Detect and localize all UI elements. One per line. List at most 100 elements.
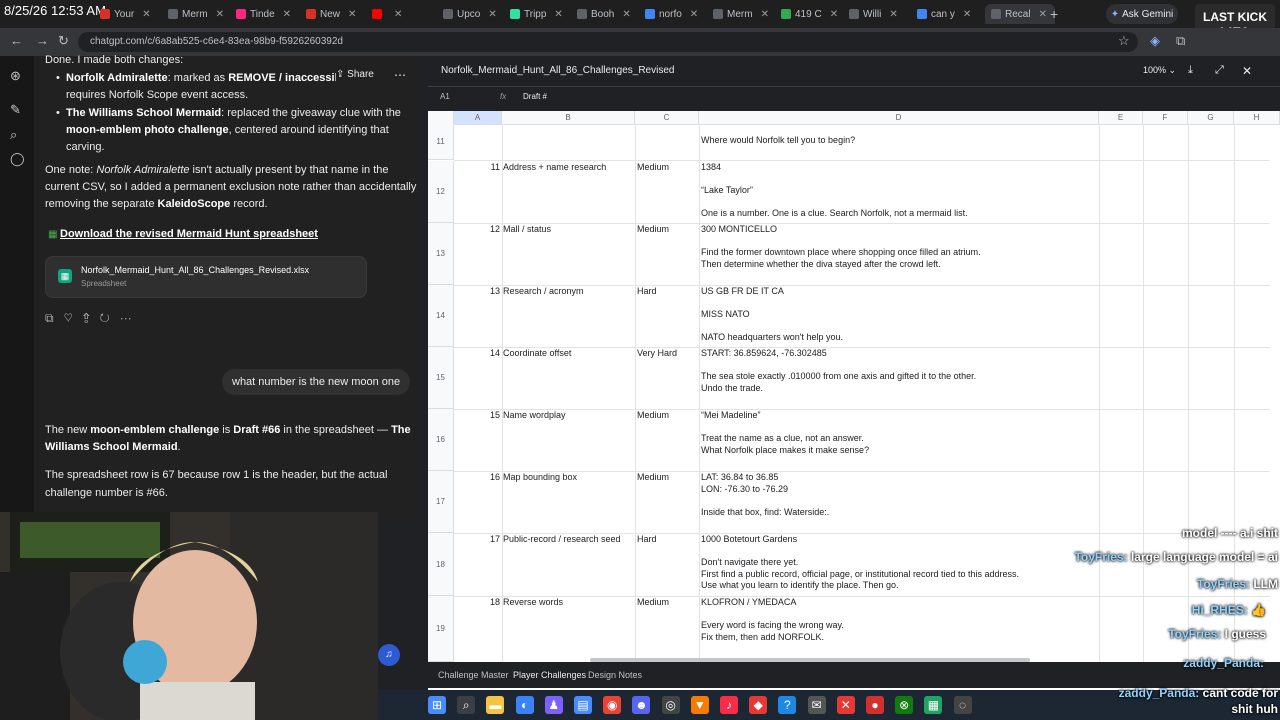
cell-draft-number[interactable]: 18 bbox=[456, 597, 500, 609]
thumb-icon[interactable]: ♡ bbox=[64, 311, 83, 325]
tab-close-icon[interactable]: ✕ bbox=[142, 9, 150, 20]
extensions-puzzle-icon[interactable]: ⧉ bbox=[1176, 33, 1185, 49]
cell-challenge-type[interactable]: Public-record / research seed bbox=[503, 534, 633, 546]
cell-d11[interactable]: Where would Norfolk tell you to begin? bbox=[701, 135, 855, 147]
teams-icon[interactable]: ♟ bbox=[544, 696, 563, 714]
column-header-f[interactable]: F bbox=[1143, 111, 1188, 124]
copy-icon[interactable]: ⧉ bbox=[45, 311, 64, 325]
cell-difficulty[interactable]: Hard bbox=[637, 534, 699, 546]
music-icon[interactable]: ♪ bbox=[720, 696, 738, 714]
horizontal-scrollbar[interactable] bbox=[590, 658, 1030, 662]
voice-mode-icon[interactable]: ♫ bbox=[378, 644, 400, 666]
row-header[interactable]: 12 bbox=[428, 161, 454, 223]
tab-close-icon[interactable]: ✕ bbox=[348, 9, 356, 20]
mail-icon[interactable]: ✉ bbox=[807, 696, 826, 714]
cell-challenge-type[interactable]: Coordinate offset bbox=[503, 348, 633, 360]
cell-challenge-type[interactable]: Mall / status bbox=[503, 224, 633, 236]
cell-draft-number[interactable]: 14 bbox=[456, 348, 500, 360]
edge-icon[interactable]: ◐ bbox=[515, 696, 534, 714]
discord-icon[interactable]: ☻ bbox=[632, 696, 651, 714]
sheet-tab[interactable]: Design Notes bbox=[588, 670, 642, 680]
cell-clue-text[interactable]: 1000 Botetourt Gardens Don't navigate th… bbox=[701, 534, 1096, 592]
column-header-b[interactable]: B bbox=[502, 111, 635, 124]
browser-tab[interactable]: New ✕ bbox=[306, 4, 368, 24]
more-options-icon[interactable]: ⋯ bbox=[394, 68, 406, 82]
chat-bubble-icon[interactable]: ◯ bbox=[10, 151, 25, 167]
reload-icon[interactable]: ↻ bbox=[58, 33, 69, 49]
column-header-c[interactable]: C bbox=[635, 111, 699, 124]
browser-tab[interactable]: Willi ✕ bbox=[849, 4, 911, 24]
download-icon[interactable]: ⤓ bbox=[1188, 64, 1193, 77]
cell-challenge-type[interactable]: Address + name research bbox=[503, 162, 633, 174]
browser-tab[interactable]: Merm ✕ bbox=[168, 4, 230, 24]
cell-reference[interactable]: A1 bbox=[440, 92, 450, 101]
file-attachment-card[interactable]: ▦ Norfolk_Mermaid_Hunt_All_86_Challenges… bbox=[45, 256, 367, 298]
tab-close-icon[interactable]: ✕ bbox=[830, 9, 838, 20]
new-chat-icon[interactable]: ✎ bbox=[10, 102, 21, 118]
browser-tab[interactable]: Tripp ✕ bbox=[510, 4, 572, 24]
tab-close-icon[interactable]: ✕ bbox=[216, 9, 224, 20]
ask-gemini-button[interactable]: ✦ Ask Gemini bbox=[1106, 4, 1178, 24]
bookmark-star-icon[interactable]: ☆ bbox=[1118, 33, 1130, 49]
tab-close-icon[interactable]: ✕ bbox=[394, 9, 402, 20]
column-header-e[interactable]: E bbox=[1099, 111, 1143, 124]
xbox-icon[interactable]: ⊗ bbox=[895, 696, 914, 714]
tab-close-icon[interactable]: ✕ bbox=[488, 9, 496, 20]
more-icon[interactable]: ⋯ bbox=[120, 311, 142, 325]
cell-challenge-type[interactable]: Map bounding box bbox=[503, 472, 633, 484]
browser-tab[interactable]: can y ✕ bbox=[917, 4, 979, 24]
browser-tab[interactable]: norfo ✕ bbox=[645, 4, 707, 24]
close-icon[interactable]: ✕ bbox=[1242, 64, 1252, 78]
column-header-a[interactable]: A bbox=[454, 111, 502, 124]
tab-close-icon[interactable]: ✕ bbox=[283, 9, 291, 20]
cell-clue-text[interactable]: 300 MONTICELLO Find the former downtown … bbox=[701, 224, 1096, 270]
cell-difficulty[interactable]: Medium bbox=[637, 472, 699, 484]
cell-challenge-type[interactable]: Reverse words bbox=[503, 597, 633, 609]
cell-draft-number[interactable]: 17 bbox=[456, 534, 500, 546]
cell-clue-text[interactable]: “Mei Madeline” Treat the name as a clue,… bbox=[701, 410, 1096, 456]
cell-clue-text[interactable]: KLOFRON / YMEDACA Every word is facing t… bbox=[701, 597, 1096, 643]
cell-difficulty[interactable]: Hard bbox=[637, 286, 699, 298]
cell-challenge-type[interactable]: Name wordplay bbox=[503, 410, 633, 422]
search-icon[interactable]: ⌕ bbox=[10, 127, 17, 143]
browser-tab[interactable]: Upco ✕ bbox=[443, 4, 505, 24]
tab-close-icon[interactable]: ✕ bbox=[1039, 9, 1047, 20]
cell-difficulty[interactable]: Medium bbox=[637, 224, 699, 236]
cell-draft-number[interactable]: 11 bbox=[456, 162, 500, 174]
cell-clue-text[interactable]: LAT: 36.84 to 36.85 LON: -76.30 to -76.2… bbox=[701, 472, 1096, 518]
browser-tab[interactable]: Your ✕ bbox=[100, 4, 162, 24]
cell-draft-number[interactable]: 16 bbox=[456, 472, 500, 484]
row-header[interactable]: 15 bbox=[428, 347, 454, 409]
column-header-h[interactable]: H bbox=[1234, 111, 1280, 124]
new-tab-button[interactable]: + bbox=[1050, 6, 1058, 22]
row-header[interactable]: 18 bbox=[428, 533, 454, 596]
row-header[interactable]: 16 bbox=[428, 409, 454, 471]
row-header[interactable]: 14 bbox=[428, 285, 454, 347]
tab-close-icon[interactable]: ✕ bbox=[889, 9, 897, 20]
cell-clue-text[interactable]: US GB FR DE IT CA MISS NATO NATO headqua… bbox=[701, 286, 1096, 344]
row-header[interactable]: 19 bbox=[428, 596, 454, 662]
zoom-select[interactable]: 100% ⌄ bbox=[1143, 65, 1176, 76]
row-header[interactable]: 13 bbox=[428, 223, 454, 285]
row-header[interactable]: 17 bbox=[428, 471, 454, 533]
help-icon[interactable]: ? bbox=[778, 696, 797, 714]
sheet-tab[interactable]: Challenge Master bbox=[438, 670, 509, 680]
share-button[interactable]: ⇪ Share bbox=[336, 69, 374, 80]
tab-close-icon[interactable]: ✕ bbox=[690, 9, 698, 20]
search-icon[interactable]: ⌕ bbox=[457, 696, 476, 714]
cell-draft-number[interactable]: 15 bbox=[456, 410, 500, 422]
tab-close-icon[interactable]: ✕ bbox=[622, 9, 630, 20]
expand-icon[interactable]: ⤢ bbox=[1215, 64, 1224, 77]
cell-difficulty[interactable]: Medium bbox=[637, 162, 699, 174]
tab-close-icon[interactable]: ✕ bbox=[554, 9, 562, 20]
formula-value[interactable]: Draft # bbox=[523, 92, 547, 101]
extension-icon[interactable]: ◈ bbox=[1150, 33, 1160, 49]
sheet-tab[interactable]: Player Challenges bbox=[513, 670, 586, 680]
chatgpt-logo-icon[interactable]: ⊛ bbox=[10, 68, 21, 84]
cell-clue-text[interactable]: 1384 “Lake Taylor” One is a number. One … bbox=[701, 162, 1096, 220]
browser-tab[interactable]: 419 C ✕ bbox=[781, 4, 843, 24]
antivirus-icon[interactable]: ✕ bbox=[836, 696, 855, 714]
select-all-corner[interactable] bbox=[428, 111, 454, 124]
excel-icon[interactable]: ▦ bbox=[924, 696, 943, 714]
browser-tab[interactable]: Tinde ✕ bbox=[236, 4, 298, 24]
